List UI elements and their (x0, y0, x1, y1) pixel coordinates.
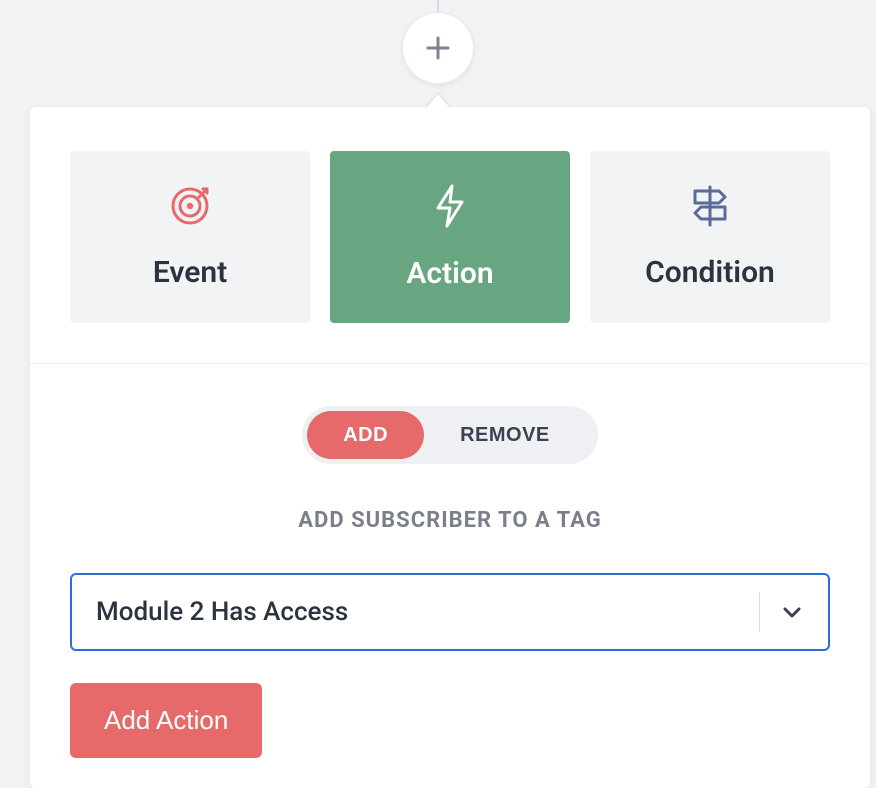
step-type-event[interactable]: Event (70, 151, 310, 323)
toggle-add-button[interactable]: Add (307, 411, 424, 459)
panel-pointer (426, 94, 450, 108)
step-type-event-label: Event (153, 255, 227, 290)
step-type-action-label: Action (406, 256, 493, 291)
plus-icon (425, 35, 451, 61)
step-type-action[interactable]: Action (330, 151, 570, 323)
add-action-button[interactable]: Add Action (70, 683, 262, 758)
signpost-icon (687, 185, 733, 227)
select-divider (759, 592, 760, 632)
step-type-condition-label: Condition (645, 255, 775, 290)
target-icon (169, 185, 211, 227)
chevron-down-icon (780, 600, 804, 624)
action-section-title: Add subscriber to a tag (298, 508, 602, 533)
step-type-selector: Event Action Condition (30, 107, 870, 364)
tag-select-value: Module 2 Has Access (96, 597, 739, 627)
tag-select-wrapper: Module 2 Has Access (70, 573, 830, 651)
step-type-condition[interactable]: Condition (590, 151, 830, 323)
toggle-remove-button[interactable]: Remove (424, 411, 586, 459)
step-config-panel: Event Action Condition Add (30, 107, 870, 788)
lightning-icon (432, 184, 468, 228)
add-step-button[interactable] (402, 12, 474, 84)
tag-select[interactable]: Module 2 Has Access (70, 573, 830, 651)
add-remove-toggle: Add Remove (302, 406, 598, 464)
action-config-section: Add Remove Add subscriber to a tag Modul… (30, 364, 870, 788)
